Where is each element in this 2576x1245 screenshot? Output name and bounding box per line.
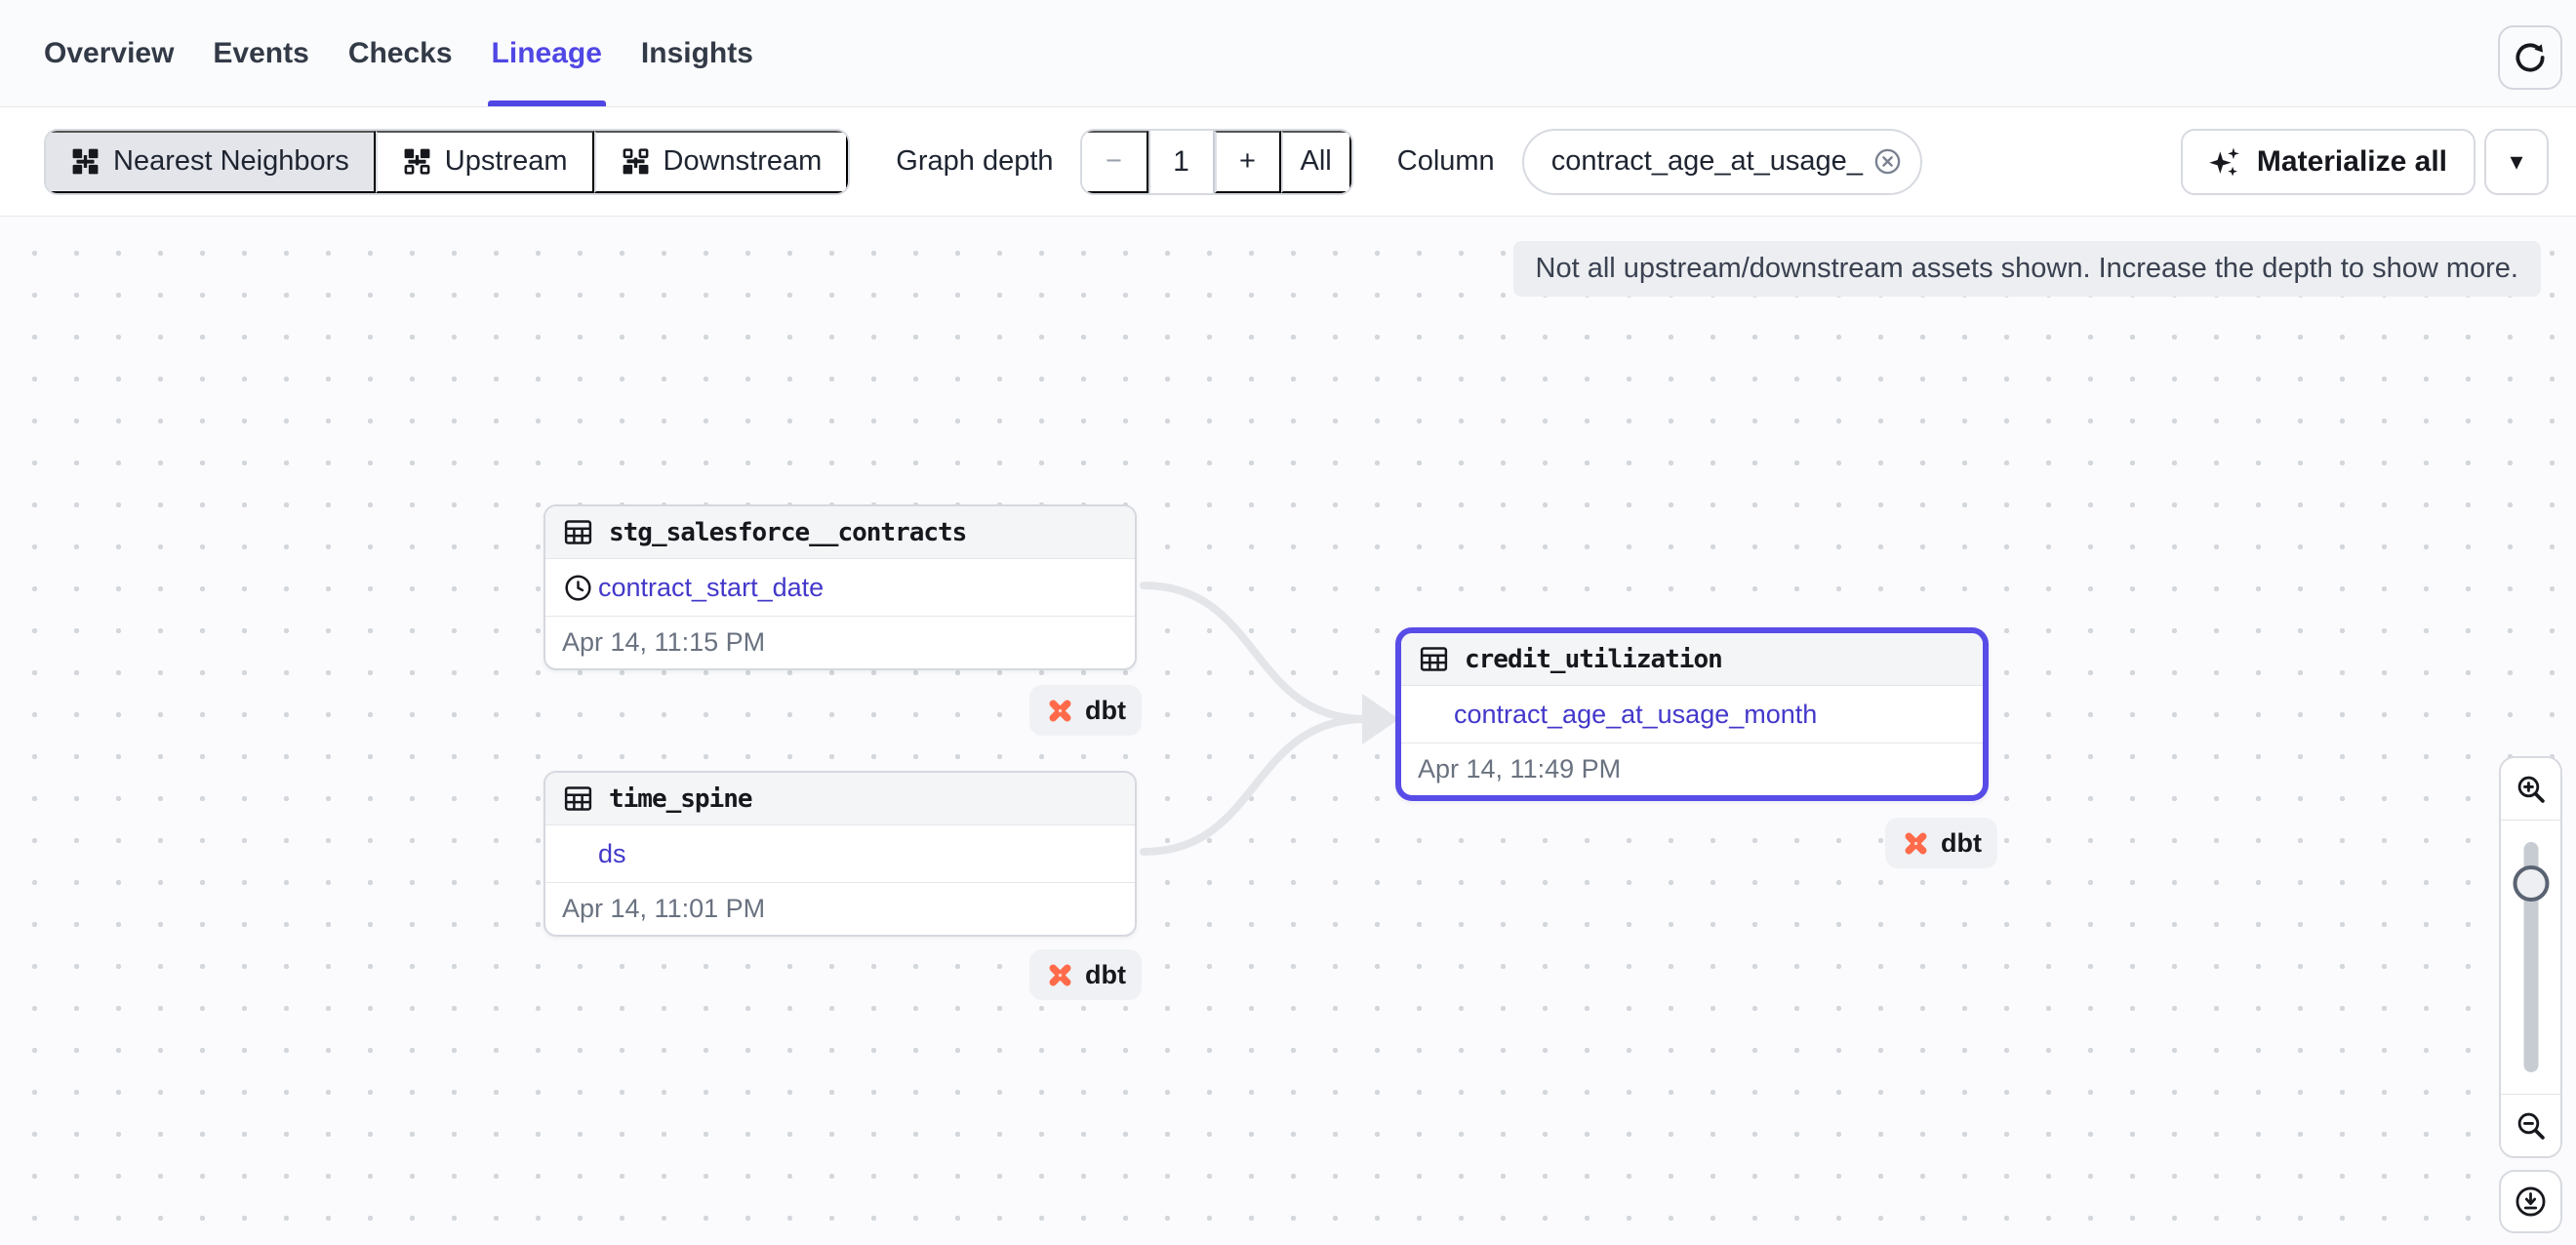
depth-value: 1 xyxy=(1148,131,1215,193)
chevron-down-icon: ▾ xyxy=(2510,146,2522,177)
asset-node-title: stg_salesforce__contracts xyxy=(609,518,966,547)
tab-checks[interactable]: Checks xyxy=(348,0,453,106)
zoom-out-icon xyxy=(2515,1109,2548,1143)
zoom-panel xyxy=(2499,756,2562,1158)
tab-overview[interactable]: Overview xyxy=(44,0,174,106)
column-row[interactable]: contract_start_date xyxy=(545,559,1135,616)
dbt-badge-label: dbt xyxy=(1941,828,1982,859)
column-row[interactable]: ds xyxy=(545,825,1135,882)
depth-increment-button[interactable]: + xyxy=(1215,131,1281,193)
table-icon xyxy=(562,516,594,548)
dbt-icon xyxy=(1045,960,1075,990)
graph-depth-label: Graph depth xyxy=(896,145,1053,178)
top-nav: Overview Events Checks Lineage Insights xyxy=(0,0,2576,107)
asset-node-header: stg_salesforce__contracts xyxy=(545,506,1135,559)
asset-node-credit-utilization[interactable]: credit_utilization contract_age_at_usage… xyxy=(1395,627,1989,801)
lineage-canvas[interactable]: Not all upstream/downstream assets shown… xyxy=(0,217,2576,1245)
recenter-icon xyxy=(2513,1184,2549,1220)
zoom-in-button[interactable] xyxy=(2501,758,2560,821)
table-icon xyxy=(1418,643,1450,675)
depth-all-button[interactable]: All xyxy=(1281,131,1351,193)
asset-node-header: credit_utilization xyxy=(1401,633,1983,686)
dbt-icon xyxy=(1045,696,1075,726)
upstream-button[interactable]: Upstream xyxy=(376,131,594,193)
lineage-edges xyxy=(0,217,2576,1245)
table-icon xyxy=(562,783,594,815)
dbt-badge: dbt xyxy=(1885,818,1997,868)
nearest-neighbors-label: Nearest Neighbors xyxy=(113,145,349,178)
depth-decrement-button[interactable]: − xyxy=(1082,131,1148,193)
asset-node-time-spine[interactable]: time_spine ds Apr 14, 11:01 PM xyxy=(543,771,1137,937)
refresh-button[interactable] xyxy=(2498,25,2562,90)
column-icon-spacer xyxy=(562,837,598,870)
materialize-all-button[interactable]: Materialize all xyxy=(2181,129,2475,195)
recenter-button[interactable] xyxy=(2499,1170,2562,1233)
column-row[interactable]: contract_age_at_usage_month xyxy=(1401,686,1983,743)
materialize-options-button[interactable]: ▾ xyxy=(2484,129,2549,195)
asset-node-timestamp: Apr 14, 11:01 PM xyxy=(545,882,1135,935)
column-name[interactable]: contract_start_date xyxy=(598,573,824,603)
asset-node-timestamp: Apr 14, 11:15 PM xyxy=(545,616,1135,668)
lineage-toolbar: Nearest Neighbors Upstream xyxy=(0,107,2576,217)
asset-node-header: time_spine xyxy=(545,773,1135,825)
upstream-icon xyxy=(402,146,432,177)
dbt-badge: dbt xyxy=(1029,949,1142,1000)
materialize-all-label: Materialize all xyxy=(2257,145,2447,179)
refresh-icon xyxy=(2512,39,2549,76)
upstream-label: Upstream xyxy=(445,145,568,178)
zoom-slider[interactable] xyxy=(2501,821,2560,1094)
tab-events[interactable]: Events xyxy=(213,0,308,106)
lineage-filter-group: Nearest Neighbors Upstream xyxy=(44,129,850,195)
clear-column-icon[interactable] xyxy=(1872,146,1903,177)
nearest-neighbors-button[interactable]: Nearest Neighbors xyxy=(46,131,376,193)
asset-node-title: credit_utilization xyxy=(1465,645,1722,674)
asset-lineage-page: Overview Events Checks Lineage Insights xyxy=(0,0,2576,1245)
zoom-slider-thumb[interactable] xyxy=(2513,865,2549,902)
column-filter-chip[interactable]: contract_age_at_usage_ xyxy=(1522,129,1922,195)
asset-node-title: time_spine xyxy=(609,784,752,814)
clock-icon xyxy=(562,571,598,604)
zoom-out-button[interactable] xyxy=(2501,1094,2560,1156)
dbt-icon xyxy=(1901,828,1931,859)
dbt-badge: dbt xyxy=(1029,685,1142,736)
tab-insights[interactable]: Insights xyxy=(641,0,753,106)
dbt-badge-label: dbt xyxy=(1085,960,1126,990)
column-name[interactable]: ds xyxy=(598,839,626,869)
downstream-icon xyxy=(621,146,651,177)
nearest-neighbors-icon xyxy=(70,146,101,177)
graph-depth-stepper: − 1 + All xyxy=(1080,129,1353,195)
column-filter-value: contract_age_at_usage_ xyxy=(1551,145,1863,178)
column-filter-label: Column xyxy=(1397,145,1495,178)
column-name[interactable]: contract_age_at_usage_month xyxy=(1454,700,1817,730)
dbt-badge-label: dbt xyxy=(1085,696,1126,726)
tab-lineage[interactable]: Lineage xyxy=(492,0,602,106)
column-icon-spacer xyxy=(1418,698,1454,731)
sparkles-icon xyxy=(2209,145,2242,179)
asset-node-timestamp: Apr 14, 11:49 PM xyxy=(1401,743,1983,795)
asset-node-stg-salesforce-contracts[interactable]: stg_salesforce__contracts contract_start… xyxy=(543,504,1137,670)
downstream-label: Downstream xyxy=(664,145,823,178)
zoom-in-icon xyxy=(2515,773,2548,806)
depth-notice: Not all upstream/downstream assets shown… xyxy=(1513,241,2541,297)
downstream-button[interactable]: Downstream xyxy=(594,131,849,193)
